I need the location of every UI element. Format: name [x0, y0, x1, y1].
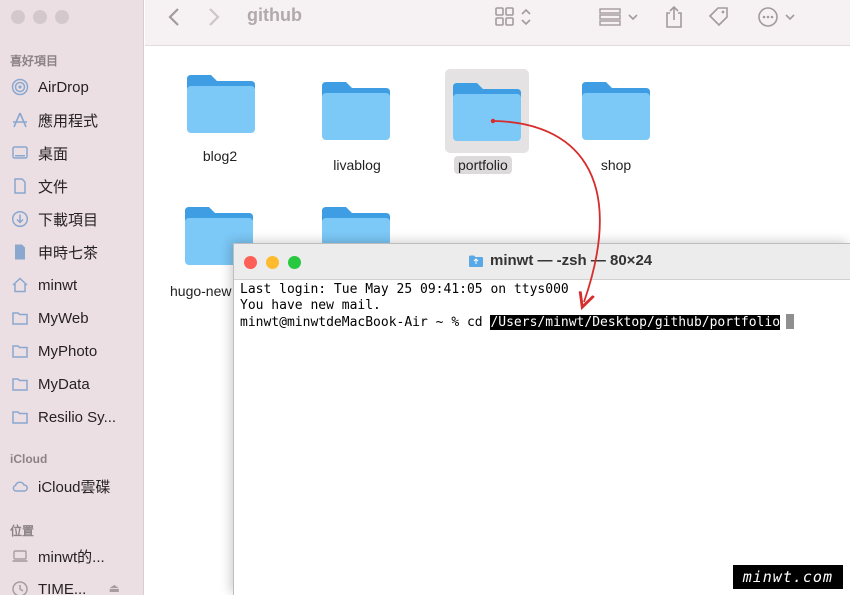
desktop-icon: [10, 143, 30, 163]
sidebar-item-label: 應用程式: [38, 112, 99, 130]
sidebar-item-downloads[interactable]: 下載項目: [0, 205, 144, 233]
airdrop-icon: [10, 77, 30, 97]
terminal-minimize-button[interactable]: [266, 256, 279, 269]
terminal-prompt: minwt@minwtdeMacBook-Air ~ % cd: [240, 315, 491, 330]
locations-header: 位置: [10, 524, 35, 538]
sidebar-item-label: 申時七茶: [38, 244, 99, 262]
sidebar-item-airdrop[interactable]: AirDrop: [0, 73, 144, 101]
document-icon: [10, 176, 30, 196]
zoom-button[interactable]: [55, 10, 69, 24]
sidebar-item-label: 桌面: [38, 145, 69, 163]
folder-icon: [10, 308, 30, 328]
sidebar-item-label: iCloud雲碟: [38, 478, 111, 496]
folder-label: shop: [600, 157, 632, 173]
sidebar-item-label: minwt: [38, 276, 78, 294]
folder-label-selected: portfolio: [454, 156, 512, 174]
folder-label: blog2: [202, 148, 238, 164]
sidebar-item-documents[interactable]: 文件: [0, 172, 144, 200]
terminal-title: minwt — -zsh — 80×24: [468, 252, 652, 269]
folder-icon: [10, 407, 30, 427]
terminal-title-bar: minwt — -zsh — 80×24: [234, 244, 850, 280]
folder-icon: [322, 82, 390, 140]
terminal-title-text: minwt — -zsh — 80×24: [490, 252, 653, 269]
terminal-close-button[interactable]: [244, 256, 257, 269]
terminal-cursor: [786, 314, 795, 329]
folder-livablog[interactable]: [320, 78, 392, 142]
sidebar-item-resilio[interactable]: Resilio Sy...: [0, 403, 144, 431]
forward-icon[interactable]: [207, 0, 221, 34]
clock-icon: [10, 579, 30, 595]
finder-toolbar: github: [145, 0, 850, 46]
terminal-window-controls: [244, 256, 301, 269]
folder-icon: [453, 83, 521, 141]
folder-icon: [469, 255, 483, 267]
sidebar-item-applications[interactable]: 應用程式: [0, 106, 144, 134]
close-button[interactable]: [11, 10, 25, 24]
terminal-zoom-button[interactable]: [288, 256, 301, 269]
sidebar-item-mydata[interactable]: MyData: [0, 370, 144, 398]
finder-window-title: github: [247, 5, 302, 25]
folder-icon: [10, 374, 30, 394]
sidebar-item-icloud-drive[interactable]: iCloud雲碟: [0, 472, 144, 500]
terminal-command-arg: /Users/minwt/Desktop/github/portfolio: [490, 315, 781, 330]
terminal-line: Last login: Tue May 25 09:41:05 on ttys0…: [240, 282, 569, 297]
sidebar-item-label: MyPhoto: [38, 342, 98, 360]
share-icon[interactable]: [664, 0, 684, 34]
folder-icon: [187, 75, 255, 133]
minimize-button[interactable]: [33, 10, 47, 24]
folder-label: hugo-new: [170, 283, 232, 299]
more-actions-icon[interactable]: [757, 0, 799, 34]
folder-icon: [10, 341, 30, 361]
download-icon: [10, 209, 30, 229]
finder-window-controls: [11, 10, 69, 24]
sidebar-item-label: 文件: [38, 178, 69, 196]
sidebar-item-label: MyData: [38, 375, 90, 393]
folder-portfolio[interactable]: [445, 69, 529, 153]
sidebar-item-myweb[interactable]: MyWeb: [0, 304, 144, 332]
terminal-output[interactable]: Last login: Tue May 25 09:41:05 on ttys0…: [234, 280, 850, 331]
sidebar-item-label: Resilio Sy...: [38, 408, 117, 426]
finder-sidebar: 喜好項目 AirDrop 應用程式 桌面 文件 下載項目 申時七茶 minwt …: [0, 0, 144, 595]
back-icon[interactable]: [167, 0, 181, 34]
tag-icon[interactable]: [707, 0, 731, 34]
cloud-icon: [10, 476, 30, 496]
folder-icon: [582, 82, 650, 140]
folder-shop[interactable]: [580, 78, 652, 142]
sidebar-item-label: AirDrop: [38, 78, 89, 96]
laptop-icon: [10, 546, 30, 566]
sidebar-item-mac[interactable]: minwt的...: [0, 542, 144, 570]
icloud-header: iCloud: [10, 452, 48, 466]
sidebar-item-label: 下載項目: [38, 211, 99, 229]
folder-blog2[interactable]: [183, 69, 259, 139]
sidebar-item-myphoto[interactable]: MyPhoto: [0, 337, 144, 365]
sidebar-item-file[interactable]: 申時七茶: [0, 238, 144, 266]
file-icon: [10, 242, 30, 262]
favorites-header: 喜好項目: [10, 54, 59, 68]
view-grid-icon[interactable]: [495, 0, 533, 34]
folder-label: livablog: [333, 157, 381, 173]
sidebar-item-desktop[interactable]: 桌面: [0, 139, 144, 167]
sidebar-item-home[interactable]: minwt: [0, 271, 144, 299]
terminal-line: You have new mail.: [240, 298, 381, 313]
eject-icon[interactable]: ⏏: [109, 581, 120, 595]
sidebar-item-label: minwt的...: [38, 548, 105, 566]
sidebar-item-label: TIME...: [38, 580, 87, 595]
applications-icon: [10, 110, 30, 130]
terminal-window[interactable]: minwt — -zsh — 80×24 Last login: Tue May…: [233, 243, 850, 595]
sidebar-item-label: MyWeb: [38, 309, 89, 327]
group-icon[interactable]: [599, 0, 641, 34]
watermark: minwt.com: [732, 565, 843, 589]
terminal-prompt-line: minwt@minwtdeMacBook-Air ~ % cd /Users/m…: [240, 314, 850, 331]
home-icon: [10, 275, 30, 295]
sidebar-item-time-machine[interactable]: TIME... ⏏: [0, 575, 144, 595]
